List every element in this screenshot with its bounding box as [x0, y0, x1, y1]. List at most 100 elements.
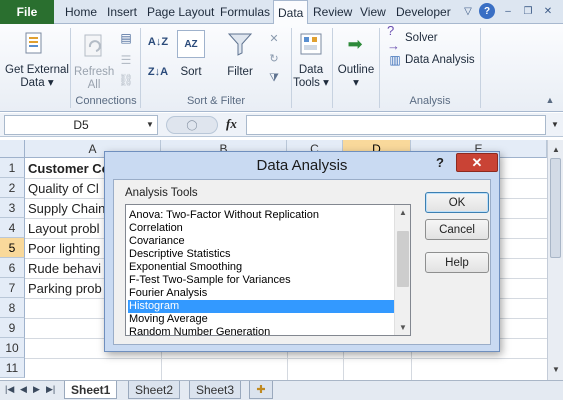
row-header[interactable]: 6	[0, 258, 25, 278]
list-item[interactable]: Moving Average	[128, 313, 394, 326]
help-icon[interactable]: ?	[479, 3, 495, 19]
tab-file[interactable]: File	[0, 0, 54, 24]
reapply-filter-icon[interactable]: ↻	[266, 50, 282, 66]
collapse-ribbon-icon[interactable]: ▽	[460, 3, 476, 19]
analysis-tools-label: Analysis Tools	[125, 187, 198, 199]
filter-button[interactable]: Filter	[222, 66, 258, 79]
sort-button[interactable]: Sort	[174, 66, 208, 79]
scroll-thumb[interactable]	[550, 158, 561, 258]
dialog-close-button[interactable]: ✕	[456, 153, 498, 172]
name-box-dropdown-icon[interactable]: ▼	[145, 118, 155, 130]
tab-formulas[interactable]: Formulas	[220, 0, 270, 24]
dialog-help-icon[interactable]: ?	[436, 155, 444, 170]
tab-view[interactable]: View	[360, 0, 386, 24]
sort-z-to-a-icon[interactable]: Z↓A	[148, 62, 168, 82]
expand-formula-bar-icon[interactable]: ▼	[549, 118, 561, 130]
cell-a4[interactable]: Layout probl	[28, 218, 100, 238]
insert-function-icon[interactable]: fx	[226, 116, 237, 132]
outline-button[interactable]: Outline ▾	[334, 64, 378, 90]
data-analysis-button[interactable]: Data Analysis	[405, 54, 475, 67]
group-label-connections: Connections	[75, 95, 137, 107]
next-sheet-icon[interactable]: ▶	[33, 384, 40, 395]
tab-page-layout[interactable]: Page Layout	[147, 0, 214, 24]
row-header[interactable]: 9	[0, 318, 25, 338]
prev-sheet-icon[interactable]: ◀	[20, 384, 27, 395]
list-item[interactable]: Covariance	[128, 235, 394, 248]
list-scroll-up-icon[interactable]: ▲	[399, 208, 407, 217]
solver-button[interactable]: Solver	[405, 32, 438, 45]
tab-developer[interactable]: Developer	[396, 0, 451, 24]
outline-label: Outline	[337, 64, 375, 76]
advanced-filter-icon[interactable]: ⧩	[266, 70, 282, 86]
sheet-tab-sheet3[interactable]: Sheet3	[189, 381, 242, 399]
collapse-ribbon-caret-icon[interactable]: ▲	[544, 94, 556, 106]
first-sheet-icon[interactable]: |◀	[5, 384, 14, 395]
row-header[interactable]: 4	[0, 218, 25, 238]
formula-bar-handle-icon[interactable]: ◯	[166, 116, 218, 134]
cell-a6[interactable]: Rude behavi	[28, 258, 101, 278]
ok-button[interactable]: OK	[425, 192, 489, 213]
data-analysis-dialog: Data Analysis ? ✕ Analysis Tools Anova: …	[104, 151, 500, 352]
data-tools-button[interactable]: Data Tools ▾	[292, 64, 330, 90]
edit-links-icon[interactable]: ⛓	[118, 72, 134, 88]
data-tools-icon	[297, 30, 325, 58]
insert-sheet-icon[interactable]: ✚	[249, 381, 273, 399]
sort-a-to-z-icon[interactable]: A↓Z	[148, 32, 168, 52]
row-header[interactable]: 8	[0, 298, 25, 318]
row-header[interactable]: 5	[0, 238, 25, 258]
listbox-scrollbar[interactable]: ▲ ▼	[394, 205, 410, 335]
last-sheet-icon[interactable]: ▶|	[46, 384, 55, 395]
cell-a7[interactable]: Parking prob	[28, 278, 102, 298]
cell-a5[interactable]: Poor lighting	[28, 238, 100, 258]
get-external-data-icon	[22, 30, 48, 58]
vertical-scrollbar[interactable]: ▲ ▼	[547, 140, 563, 380]
sheet-tab-bar: |◀ ◀ ▶ ▶| Sheet1 Sheet2 Sheet3 ✚	[0, 380, 563, 400]
close-window-icon[interactable]: ✕	[540, 3, 556, 19]
list-item[interactable]: Random Number Generation	[128, 326, 394, 335]
formula-input[interactable]	[246, 115, 546, 135]
sort-dialog-icon: AZ	[177, 30, 205, 58]
cell-a2[interactable]: Quality of Cl	[28, 178, 99, 198]
tab-data[interactable]: Data	[273, 0, 309, 25]
connections-icon[interactable]: ▤	[118, 30, 134, 46]
list-item[interactable]: Exponential Smoothing	[128, 261, 394, 274]
minimize-window-icon[interactable]: –	[500, 3, 516, 19]
tab-home[interactable]: Home	[65, 0, 97, 24]
group-separator	[332, 28, 333, 108]
get-external-data-button[interactable]: Get External Data ▾	[2, 64, 72, 90]
list-scroll-down-icon[interactable]: ▼	[399, 323, 407, 332]
tab-review[interactable]: Review	[313, 0, 352, 24]
restore-window-icon[interactable]: ❐	[520, 3, 536, 19]
name-box[interactable]: D5	[4, 115, 158, 135]
row-header[interactable]: 10	[0, 338, 25, 358]
row-header[interactable]: 2	[0, 178, 25, 198]
analysis-tools-listbox[interactable]: Anova: Two-Factor Without Replication Co…	[125, 204, 411, 336]
scroll-down-icon[interactable]: ▼	[550, 364, 562, 374]
scroll-up-icon[interactable]: ▲	[550, 144, 562, 154]
list-item-selected[interactable]: Histogram	[128, 300, 394, 313]
list-scroll-thumb[interactable]	[397, 231, 409, 287]
list-item[interactable]: Correlation	[128, 222, 394, 235]
list-item[interactable]: Descriptive Statistics	[128, 248, 394, 261]
sheet-tab-sheet2[interactable]: Sheet2	[128, 381, 181, 399]
data-tools-label: Data Tools	[293, 64, 324, 89]
list-item[interactable]: Fourier Analysis	[128, 287, 394, 300]
cell-a1[interactable]: Customer Co	[28, 158, 110, 178]
sheet-tab-sheet1[interactable]: Sheet1	[64, 381, 118, 399]
cell-a3[interactable]: Supply Chain	[28, 198, 105, 218]
properties-icon[interactable]: ☰	[118, 52, 134, 68]
list-item[interactable]: F-Test Two-Sample for Variances	[128, 274, 394, 287]
refresh-all-button[interactable]: Refresh All	[74, 66, 114, 92]
row-header[interactable]: 7	[0, 278, 25, 298]
row-header[interactable]: 11	[0, 358, 25, 378]
help-button[interactable]: Help	[425, 252, 489, 273]
get-external-data-label: Get External Data	[5, 64, 69, 89]
cancel-button[interactable]: Cancel	[425, 219, 489, 240]
row-header[interactable]: 3	[0, 198, 25, 218]
list-item[interactable]: Anova: Two-Factor Without Replication	[128, 209, 394, 222]
select-all-corner[interactable]	[0, 140, 25, 158]
row-header[interactable]: 1	[0, 158, 25, 178]
clear-filter-icon[interactable]: ✕	[266, 30, 282, 46]
name-box-value: D5	[73, 118, 89, 132]
tab-insert[interactable]: Insert	[107, 0, 137, 24]
